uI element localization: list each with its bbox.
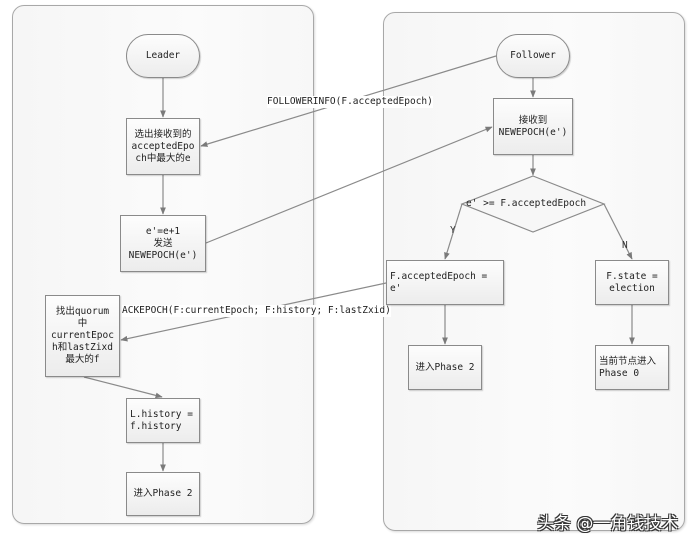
node-state-election[interactable]: F.state = election xyxy=(595,260,669,305)
node-text: F.state = election xyxy=(606,270,658,294)
node-text: F.acceptedEpoch = e' xyxy=(390,270,488,294)
leader-start-node[interactable]: Leader xyxy=(126,34,200,78)
node-send-newepoch[interactable]: e'=e+1 发送 NEWEPOCH(e') xyxy=(120,215,206,272)
node-set-history[interactable]: L.history = f.history xyxy=(126,398,200,443)
node-text: L.history = f.history xyxy=(130,408,193,432)
node-follower-phase2[interactable]: 进入Phase 2 xyxy=(408,345,482,390)
follower-start-label: Follower xyxy=(510,50,556,61)
node-phase0[interactable]: 当前节点进入 Phase 0 xyxy=(595,345,669,390)
watermark: 头条 @一角钱技术 xyxy=(537,514,679,534)
ackepoch-label: ACKEPOCH(F:currentEpoch; F:history; F:la… xyxy=(122,305,391,317)
no-label: N xyxy=(622,240,628,251)
node-text: 当前节点进入 Phase 0 xyxy=(599,355,657,379)
node-text: 找出quorum 中 currentEpoc h和lastZixd 最大的f xyxy=(51,306,114,365)
node-select-max-epoch[interactable]: 选出接收到的 acceptedEpo ch中最大的e xyxy=(126,118,200,175)
decision-text: e' >= F.acceptedEpoch xyxy=(466,198,587,209)
followerinfo-label: FOLLOWERINFO(F.acceptedEpoch) xyxy=(267,96,433,108)
node-receive-newepoch[interactable]: 接收到 NEWEPOCH(e') xyxy=(493,98,573,155)
node-set-accepted-epoch[interactable]: F.acceptedEpoch = e' xyxy=(386,260,504,305)
node-find-quorum-max[interactable]: 找出quorum 中 currentEpoc h和lastZixd 最大的f xyxy=(45,295,120,377)
node-text: 进入Phase 2 xyxy=(415,361,475,373)
node-text: 选出接收到的 acceptedEpo ch中最大的e xyxy=(131,128,195,164)
leader-start-label: Leader xyxy=(145,50,181,61)
yes-label: Y xyxy=(450,225,456,236)
node-text: 进入Phase 2 xyxy=(133,488,193,499)
follower-start-node[interactable]: Follower xyxy=(496,34,570,78)
node-text: e'=e+1 发送 NEWEPOCH(e') xyxy=(128,225,198,261)
node-leader-phase2[interactable]: 进入Phase 2 xyxy=(126,472,200,516)
node-text: 接收到 NEWEPOCH(e') xyxy=(498,114,568,138)
